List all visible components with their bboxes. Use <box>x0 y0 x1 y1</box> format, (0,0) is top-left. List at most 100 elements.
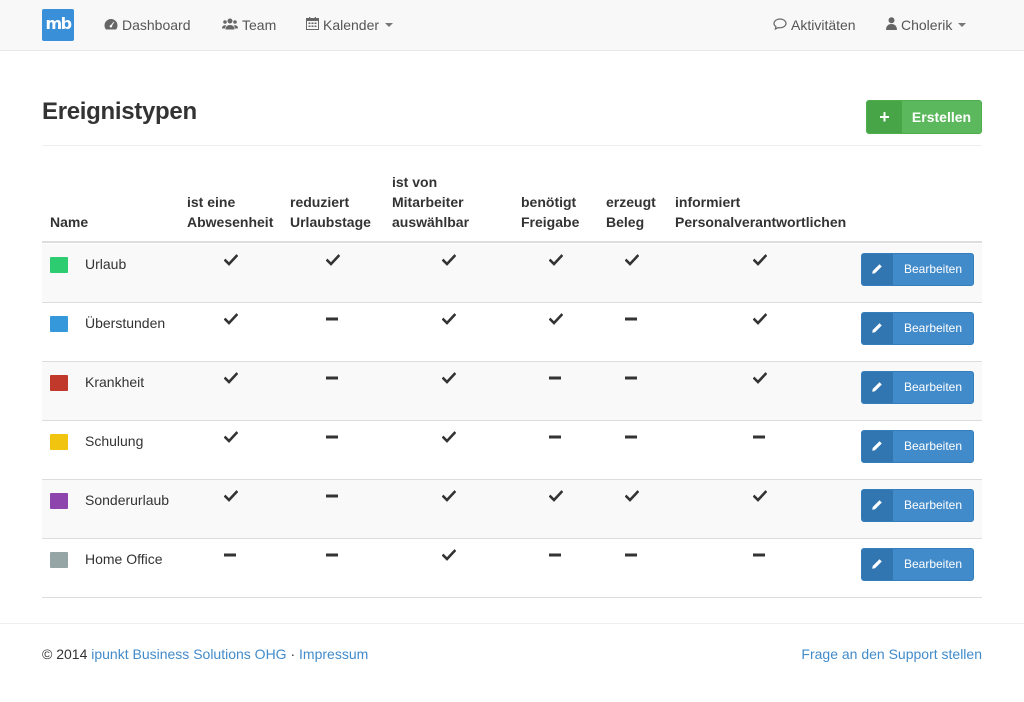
dash-icon <box>753 549 773 569</box>
create-button-label: Erstellen <box>911 109 972 125</box>
create-button[interactable]: + Erstellen <box>866 100 982 134</box>
color-swatch <box>50 375 68 391</box>
edit-button[interactable]: Bearbeiten <box>861 548 974 581</box>
table-header: Name ist eine Abwesenheit reduziert Urlaub… <box>42 165 982 243</box>
check-icon <box>549 313 569 333</box>
check-icon <box>442 549 462 569</box>
dash-icon <box>326 313 346 333</box>
dash-icon <box>549 549 569 569</box>
company-link[interactable]: ipunkt Business Solutions OHG <box>91 646 286 662</box>
dash-icon <box>625 431 645 451</box>
color-swatch <box>50 257 68 273</box>
check-icon <box>549 254 569 274</box>
check-icon <box>224 490 244 510</box>
color-swatch <box>50 434 68 450</box>
impressum-link[interactable]: Impressum <box>299 646 368 662</box>
table-row: Urlaub Bearbeiten <box>42 244 982 303</box>
dashboard-icon <box>104 0 118 50</box>
check-icon <box>442 490 462 510</box>
column-header-line: Name <box>50 214 89 230</box>
dash-icon <box>549 431 569 451</box>
check-icon <box>549 490 569 510</box>
edit-button[interactable]: Bearbeiten <box>861 371 974 404</box>
table-row: Krankheit Bearbeiten <box>42 362 982 421</box>
footer-separator: · <box>290 646 296 662</box>
dash-icon <box>625 549 645 569</box>
event-type-name: Überstunden <box>85 315 166 331</box>
nav-dashboard[interactable]: Dashboard <box>104 0 191 50</box>
calendar-icon <box>306 0 319 50</box>
check-icon <box>753 372 773 392</box>
check-icon <box>224 372 244 392</box>
nav-dashboard-label: Dashboard <box>122 17 191 33</box>
pencil-icon <box>862 313 893 344</box>
comment-icon <box>773 0 787 50</box>
column-header-line: ist eine <box>187 194 236 210</box>
dash-icon <box>625 313 645 333</box>
column-header-line: benötigt <box>521 194 577 210</box>
column-header-line: Abwesenheit <box>187 214 274 230</box>
dash-icon <box>326 490 346 510</box>
dash-icon <box>326 372 346 392</box>
event-type-name: Krankheit <box>85 374 145 390</box>
column-header-name: Name <box>50 212 88 232</box>
check-icon <box>753 254 773 274</box>
nav-kalender-label: Kalender <box>323 17 380 33</box>
column-header-line: Urlaubstage <box>290 214 371 230</box>
column-header-line: ist von <box>392 174 438 190</box>
user-icon <box>886 0 897 50</box>
color-swatch <box>50 552 68 568</box>
page-title: Ereignistypen <box>42 98 197 125</box>
column-header-line: Personalverantwortlichen <box>675 214 847 230</box>
check-icon <box>224 313 244 333</box>
edit-button[interactable]: Bearbeiten <box>861 430 974 463</box>
event-type-name: Home Office <box>85 551 163 567</box>
event-type-name: Urlaub <box>85 256 127 272</box>
edit-button-label: Bearbeiten <box>903 380 963 394</box>
edit-button-label: Bearbeiten <box>903 498 963 512</box>
pencil-icon <box>862 549 893 580</box>
dash-icon <box>753 431 773 451</box>
nav-user-label: Cholerik <box>901 17 953 33</box>
column-header-line: erzeugt <box>606 194 656 210</box>
brand-logo[interactable]: mb <box>42 9 74 41</box>
header-divider <box>42 145 982 146</box>
color-swatch <box>50 493 68 509</box>
check-icon <box>625 490 645 510</box>
column-header-receipt: erzeugt Beleg <box>606 192 656 232</box>
footer-copyright: © 2014 ipunkt Business Solutions OHG · I… <box>42 646 368 662</box>
column-header-line: Beleg <box>606 214 645 230</box>
edit-button-label: Bearbeiten <box>903 557 963 571</box>
nav-team[interactable]: Team <box>222 0 276 50</box>
nav-team-label: Team <box>242 17 277 33</box>
chevron-down-icon <box>385 23 394 28</box>
top-navbar: mb Dashboard Team Kalender Aktivitäten C… <box>0 0 1024 51</box>
check-icon <box>625 254 645 274</box>
column-header-reduces-vacation: reduziert Urlaubstage <box>290 192 371 232</box>
column-header-line: reduziert <box>290 194 350 210</box>
check-icon <box>442 372 462 392</box>
nav-kalender-dropdown[interactable]: Kalender <box>306 0 394 50</box>
check-icon <box>442 254 462 274</box>
support-link[interactable]: Frage an den Support stellen <box>801 646 982 662</box>
pencil-icon <box>862 372 893 403</box>
color-swatch <box>50 316 68 332</box>
edit-button[interactable]: Bearbeiten <box>861 312 974 345</box>
pencil-icon <box>862 490 893 521</box>
edit-button[interactable]: Bearbeiten <box>861 253 974 286</box>
check-icon <box>224 254 244 274</box>
copyright-text: © 2014 <box>42 646 88 662</box>
event-type-name: Schulung <box>85 433 144 449</box>
plus-icon: + <box>867 101 902 133</box>
footer-divider <box>0 623 1024 624</box>
nav-user-menu[interactable]: Cholerik <box>886 0 967 50</box>
nav-aktivitaeten[interactable]: Aktivitäten <box>773 0 856 50</box>
check-icon <box>224 431 244 451</box>
edit-button[interactable]: Bearbeiten <box>861 489 974 522</box>
pencil-icon <box>862 254 893 285</box>
check-icon <box>442 313 462 333</box>
check-icon <box>753 313 773 333</box>
dash-icon <box>326 431 346 451</box>
column-header-line: auswählbar <box>392 214 470 230</box>
edit-button-label: Bearbeiten <box>903 439 963 453</box>
